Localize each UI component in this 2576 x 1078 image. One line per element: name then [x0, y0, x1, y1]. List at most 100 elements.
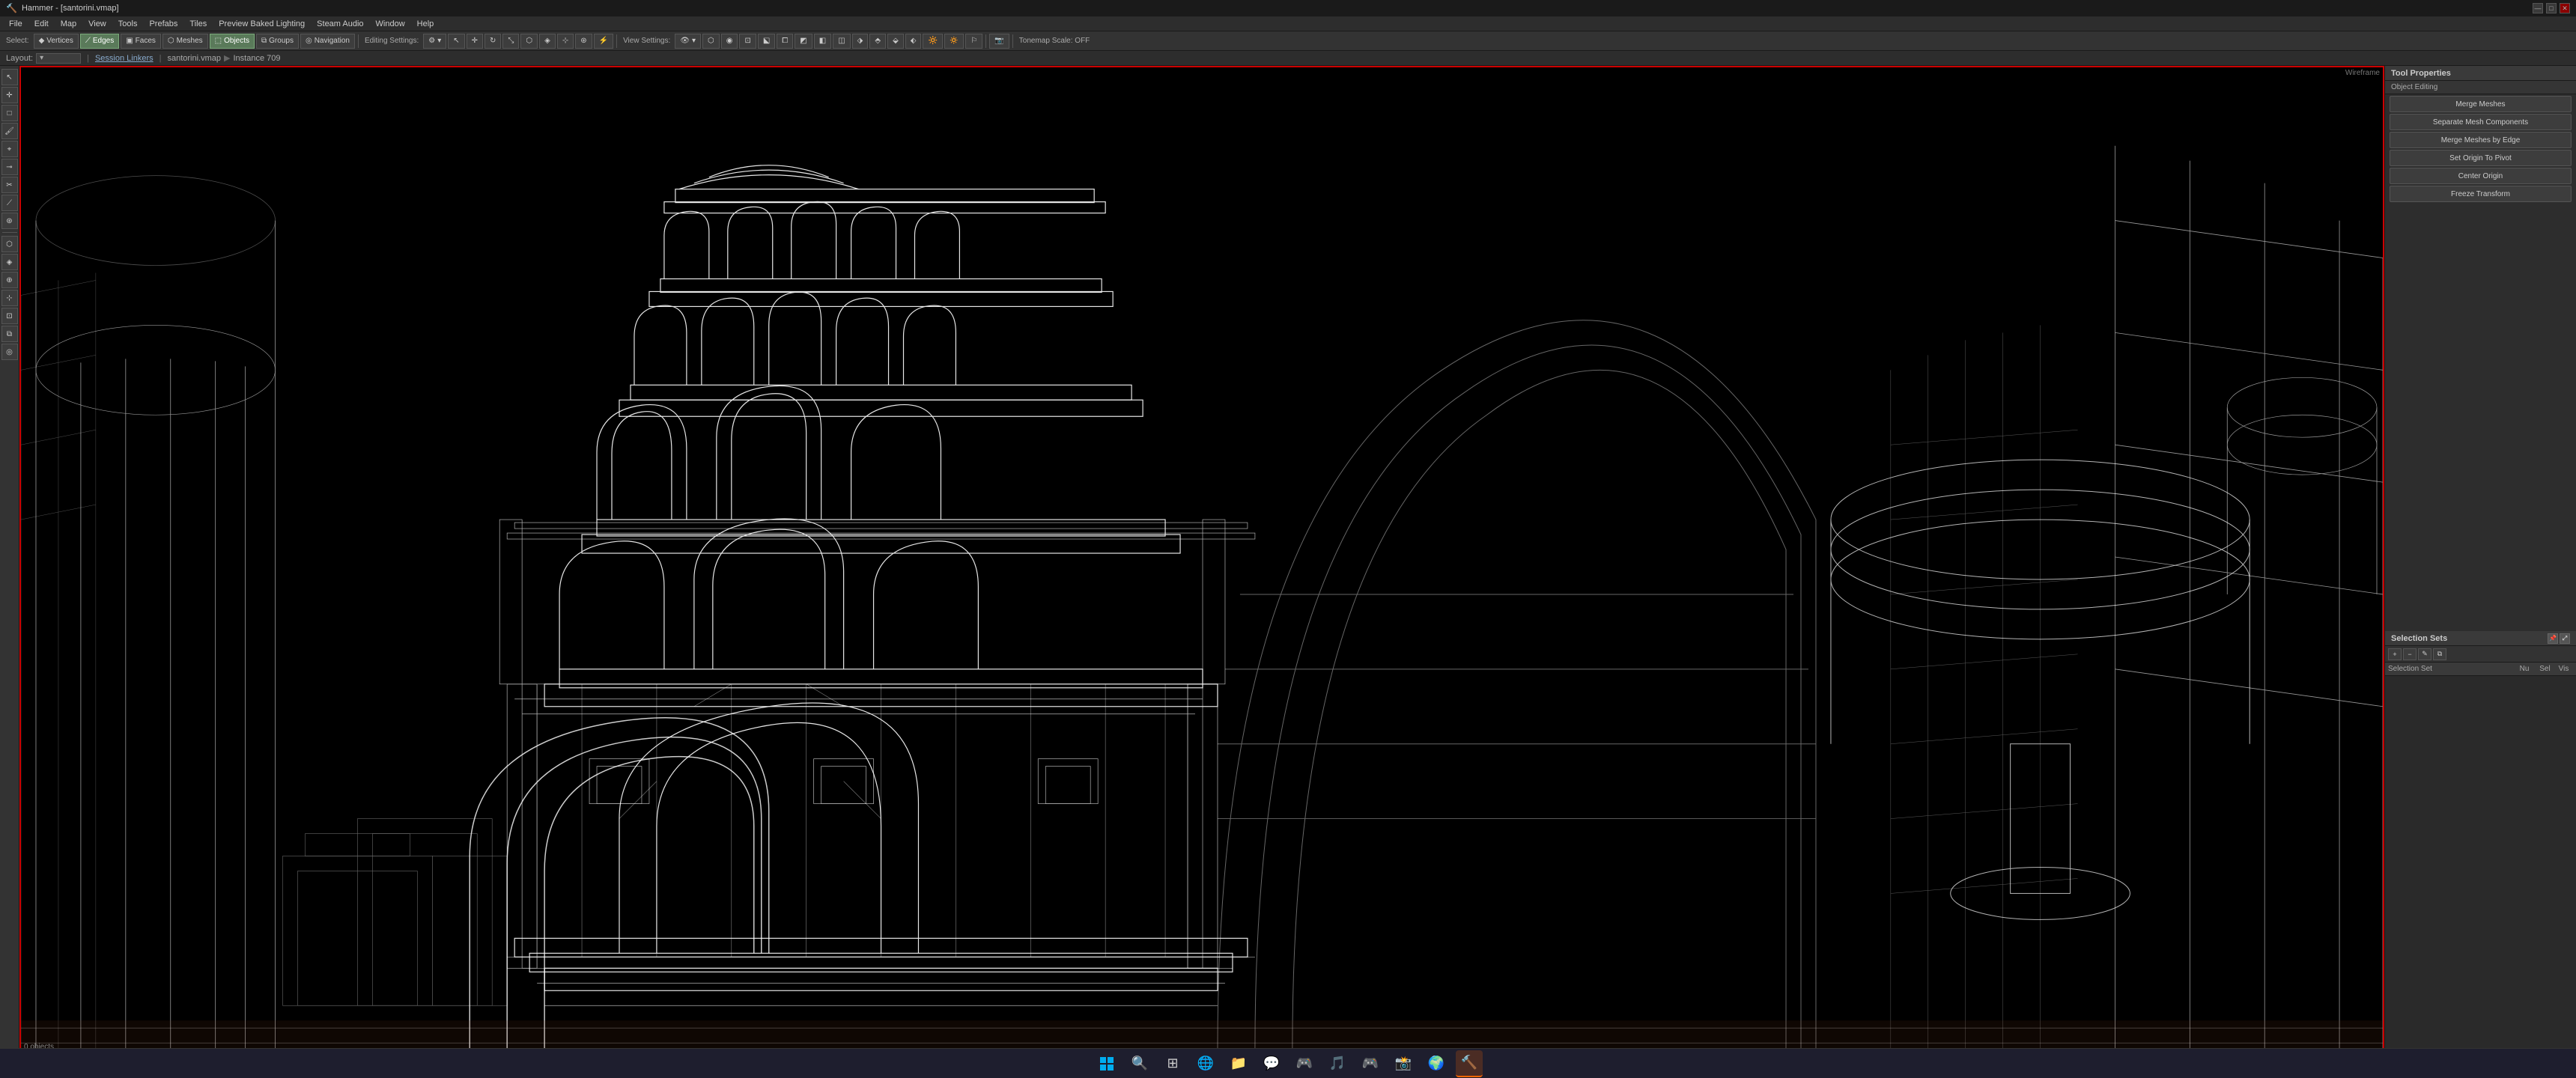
sel-copy-button[interactable]: ⧉ [2433, 648, 2446, 660]
game-app-1-button[interactable]: 🎮 [1291, 1050, 1318, 1077]
chat-app-button[interactable]: 💬 [1258, 1050, 1285, 1077]
view-tool-15[interactable]: ⚐ [965, 34, 982, 49]
select-meshes-button[interactable]: ⬡ Meshes [162, 34, 208, 49]
maximize-button[interactable]: □ [2546, 3, 2557, 13]
set-origin-to-pivot-button[interactable]: Set Origin To Pivot [2390, 150, 2572, 166]
tool-edge[interactable]: ⟋ [1, 195, 18, 211]
select-navigation-button[interactable]: ◎ Navigation [300, 34, 355, 49]
expand-button[interactable]: ⤢ [2560, 633, 2570, 644]
screenshot-button[interactable]: 📸 [1390, 1050, 1417, 1077]
menu-preview-baked[interactable]: Preview Baked Lighting [213, 16, 311, 31]
menu-window[interactable]: Window [370, 16, 411, 31]
tool-10[interactable]: ◈ [1, 254, 18, 270]
tool-12[interactable]: ⊹ [1, 290, 18, 306]
sel-add-button[interactable]: + [2388, 648, 2402, 660]
search-taskbar-button[interactable]: 🔍 [1126, 1050, 1153, 1077]
view-settings-dropdown[interactable]: 👁 ▾ [675, 34, 701, 49]
viewport[interactable]: Wireframe 0 objects [19, 66, 2384, 1056]
view-tool-4[interactable]: ⬕ [758, 34, 775, 49]
tool-4[interactable]: ⬡ [520, 34, 538, 49]
viewport-content: Wireframe 0 objects [21, 67, 2383, 1054]
select-objects-button[interactable]: ⬚ Objects [210, 34, 255, 49]
close-button[interactable]: ✕ [2560, 3, 2570, 13]
tool-8[interactable]: ⚡ [594, 34, 613, 49]
tool-transform[interactable]: ✛ [1, 87, 18, 103]
menu-edit[interactable]: Edit [28, 16, 55, 31]
tool-measure[interactable]: ⊸ [1, 159, 18, 175]
task-view-button[interactable]: ⊞ [1159, 1050, 1186, 1077]
tool-select[interactable]: ↖ [448, 34, 464, 49]
select-vertices-button[interactable]: ◆ Vertices [34, 34, 79, 49]
tool-pointer[interactable]: ↖ [1, 69, 18, 85]
sel-edit-button[interactable]: ✎ [2418, 648, 2431, 660]
tool-5[interactable]: ◈ [539, 34, 556, 49]
tool-7[interactable]: ⊛ [575, 34, 592, 49]
tool-11[interactable]: ⊕ [1, 272, 18, 288]
tool-9[interactable]: ⬡ [1, 236, 18, 252]
menu-tiles[interactable]: Tiles [183, 16, 213, 31]
separate-mesh-components-button[interactable]: Separate Mesh Components [2390, 114, 2572, 130]
view-tool-9[interactable]: ⬗ [852, 34, 869, 49]
breadcrumb-file[interactable]: santorini.vmap [167, 54, 221, 63]
pin-button[interactable]: 📌 [2548, 633, 2558, 644]
world-app-button[interactable]: 🌍 [1423, 1050, 1450, 1077]
editing-settings-dropdown[interactable]: ⚙ ▾ [423, 34, 446, 49]
center-origin-button[interactable]: Center Origin [2390, 168, 2572, 184]
start-button[interactable] [1093, 1050, 1120, 1077]
view-tool-2[interactable]: ◉ [721, 34, 738, 49]
menu-steam-audio[interactable]: Steam Audio [311, 16, 369, 31]
view-tool-3[interactable]: ⊡ [739, 34, 756, 49]
view-tool-11[interactable]: ⬙ [887, 34, 904, 49]
menu-prefabs[interactable]: Prefabs [143, 16, 183, 31]
hammer-taskbar-entry[interactable]: 🔨 [1456, 1050, 1483, 1077]
breadcrumb-separator2: | [160, 54, 162, 63]
minimize-button[interactable]: — [2533, 3, 2543, 13]
merge-meshes-button[interactable]: Merge Meshes [2390, 96, 2572, 112]
view-tool-13[interactable]: 🔆 [923, 34, 942, 49]
sel-sets-columns: Selection Set Nu Sel Vis [2385, 663, 2576, 676]
select-edges-button[interactable]: ⟋ Edges [80, 34, 119, 49]
tool-rotate[interactable]: ↻ [484, 34, 501, 49]
tool-create[interactable]: □ [1, 105, 18, 121]
view-tool-8[interactable]: ◫ [833, 34, 850, 49]
tool-scale[interactable]: ⤡ [502, 34, 519, 49]
view-tool-10[interactable]: ⬘ [869, 34, 886, 49]
freeze-transform-button[interactable]: Freeze Transform [2390, 186, 2572, 202]
view-tool-5[interactable]: ⧠ [777, 34, 793, 49]
separator-4 [1012, 34, 1013, 48]
menu-file[interactable]: File [3, 16, 28, 31]
tool-6[interactable]: ⊹ [557, 34, 574, 49]
menu-help[interactable]: Help [411, 16, 440, 31]
menu-map[interactable]: Map [55, 16, 82, 31]
tool-paint[interactable]: 🖌 [1, 123, 18, 139]
tool-14[interactable]: ⧉ [1, 326, 18, 342]
view-tool-7[interactable]: ◧ [814, 34, 831, 49]
tool-connect[interactable]: ⊛ [1, 213, 18, 229]
select-groups-button[interactable]: ⧉ Groups [256, 34, 299, 49]
sel-sets-list [2385, 676, 2576, 1056]
selection-sets-panel: Selection Sets 📌 ⤢ + − ✎ ⧉ Selection Set… [2385, 631, 2576, 1056]
view-settings-label: View Settings: [620, 37, 673, 45]
merge-meshes-by-edge-button[interactable]: Merge Meshes by Edge [2390, 132, 2572, 148]
view-tool-6[interactable]: ◩ [795, 34, 812, 49]
tool-13[interactable]: ⊡ [1, 308, 18, 324]
steam-button[interactable]: 🎵 [1324, 1050, 1351, 1077]
select-faces-button[interactable]: ▣ Faces [121, 34, 161, 49]
file-explorer-button[interactable]: 📁 [1225, 1050, 1252, 1077]
game-app-2-button[interactable]: 🎮 [1357, 1050, 1384, 1077]
objects-icon: ⬚ [215, 37, 222, 45]
browser-firefox-button[interactable]: 🌐 [1192, 1050, 1219, 1077]
view-tool-12[interactable]: ⬖ [905, 34, 922, 49]
menu-tools[interactable]: Tools [112, 16, 144, 31]
view-tool-14[interactable]: 🔅 [944, 34, 964, 49]
tool-move[interactable]: ✛ [467, 34, 483, 49]
menu-view[interactable]: View [82, 16, 112, 31]
tool-15[interactable]: ◎ [1, 344, 18, 360]
tool-cut[interactable]: ✂ [1, 177, 18, 193]
view-tool-1[interactable]: ⬡ [702, 34, 720, 49]
tool-sculpt[interactable]: ⌖ [1, 141, 18, 157]
session-linkers[interactable]: Session Linkers [95, 54, 154, 63]
camera-icon-btn[interactable]: 📷 [989, 34, 1009, 49]
layout-dropdown[interactable]: ▾ [36, 53, 81, 64]
sel-remove-button[interactable]: − [2403, 648, 2416, 660]
